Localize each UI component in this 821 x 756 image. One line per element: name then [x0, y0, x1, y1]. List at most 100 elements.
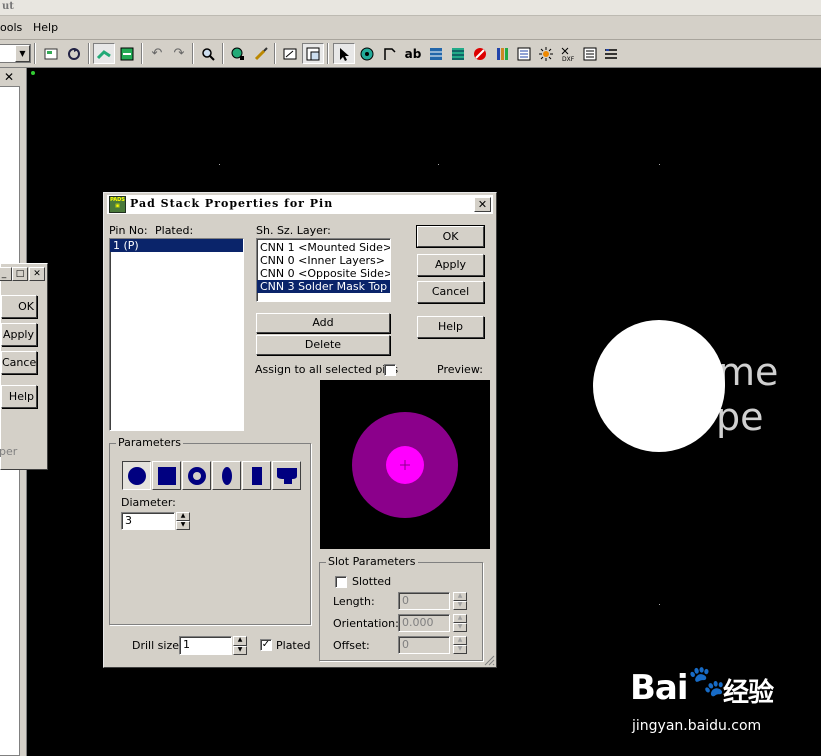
side-cancel-button[interactable]: Cancel: [1, 351, 37, 374]
resize-grip-icon[interactable]: [483, 654, 495, 666]
apply-button[interactable]: Apply: [417, 254, 484, 276]
layer-stack-icon[interactable]: [447, 43, 469, 64]
shape-oval-button[interactable]: [212, 461, 241, 490]
layer-list-item[interactable]: CNN 3 Solder Mask Top: [257, 280, 390, 293]
side-help-button[interactable]: Help: [1, 385, 37, 408]
close-icon[interactable]: ✕: [29, 267, 45, 281]
toolbar-combo[interactable]: ▼: [0, 44, 31, 63]
pads-logo-icon: PADS ▣: [109, 196, 126, 213]
offset-spinner[interactable]: ▲ ▼: [453, 636, 467, 654]
ab-text-icon[interactable]: ab: [402, 43, 424, 64]
hatch-icon[interactable]: [425, 43, 447, 64]
spin-down-icon[interactable]: ▼: [233, 645, 247, 655]
square-shape-icon: [157, 466, 176, 485]
pin-no-label: Pin No:: [109, 224, 148, 237]
shape-round-button[interactable]: [122, 461, 151, 490]
pointer-icon[interactable]: [333, 43, 355, 64]
dxf-icon[interactable]: DXF: [557, 43, 579, 64]
toolbar-separator: [274, 43, 276, 64]
spin-down-icon[interactable]: ▼: [453, 601, 467, 610]
list-icon[interactable]: [579, 43, 601, 64]
cancel-button[interactable]: Cancel: [417, 281, 484, 303]
spin-down-icon[interactable]: ▼: [453, 623, 467, 632]
redo-icon[interactable]: ↷: [168, 43, 190, 64]
close-icon[interactable]: ✕: [4, 70, 14, 84]
orientation-spinner[interactable]: ▲ ▼: [453, 614, 467, 632]
open-icon[interactable]: [279, 43, 301, 64]
book-icon[interactable]: [491, 43, 513, 64]
toolbar-separator: [327, 43, 329, 64]
watermark-brand: Bai: [630, 668, 689, 708]
no-entry-icon[interactable]: [469, 43, 491, 64]
maximize-icon[interactable]: □: [12, 267, 28, 281]
brush-icon[interactable]: [250, 43, 272, 64]
offset-input[interactable]: 0: [398, 636, 450, 654]
spin-up-icon[interactable]: ▲: [233, 636, 247, 646]
spin-up-icon[interactable]: ▲: [453, 636, 467, 645]
paw-logo-icon: 🐾: [688, 664, 726, 699]
move-text-icon[interactable]: [379, 43, 401, 64]
window-icon[interactable]: [302, 43, 324, 64]
spin-up-icon[interactable]: ▲: [453, 592, 467, 601]
route-icon[interactable]: [93, 43, 115, 64]
watermark-url: jingyan.baidu.com: [632, 718, 762, 734]
pad-stack-dialog: PADS ▣ Pad Stack Properties for Pin ✕ Pin…: [103, 192, 497, 668]
query-icon[interactable]: [227, 43, 249, 64]
pin-list[interactable]: 1 (P): [109, 238, 244, 431]
shape-annular-button[interactable]: [182, 461, 211, 490]
watermark-brand-cn: 经验: [723, 678, 774, 708]
drill-size-input[interactable]: 1: [179, 636, 232, 655]
shape-custom-button[interactable]: [272, 461, 301, 490]
spin-down-icon[interactable]: ▼: [453, 645, 467, 654]
plated-checkbox[interactable]: ✓: [260, 639, 272, 651]
dialog-title-bar[interactable]: PADS ▣ Pad Stack Properties for Pin ✕: [107, 195, 493, 214]
assign-all-checkbox[interactable]: [384, 364, 396, 376]
diameter-spinner[interactable]: ▲ ▼: [176, 512, 190, 530]
add-button[interactable]: Add: [256, 313, 390, 333]
layer-list-item[interactable]: CNN 0 <Opposite Side>: [257, 267, 390, 280]
orientation-input[interactable]: 0.000: [398, 614, 450, 632]
app-title: ut: [2, 1, 14, 12]
shape-square-button[interactable]: [152, 461, 181, 490]
layer-list[interactable]: CNN 1 <Mounted Side> CNN 0 <Inner Layers…: [256, 238, 391, 302]
drill-size-spinner[interactable]: ▲ ▼: [233, 636, 247, 655]
slotted-checkbox[interactable]: [335, 576, 347, 588]
menu-help[interactable]: Help: [33, 21, 58, 34]
spin-up-icon[interactable]: ▲: [176, 512, 190, 521]
help-button[interactable]: Help: [417, 316, 484, 338]
zoom-icon[interactable]: [197, 43, 219, 64]
length-label: Length:: [333, 595, 375, 608]
slot-group-title: Slot Parameters: [326, 555, 418, 568]
ok-button[interactable]: OK: [416, 225, 485, 248]
menu-bar: ools Help: [0, 16, 821, 40]
close-icon[interactable]: ✕: [474, 197, 491, 212]
diameter-input[interactable]: 3: [121, 512, 175, 530]
minimize-icon[interactable]: _: [0, 267, 12, 281]
plated-checkbox-label: Plated: [276, 639, 311, 652]
bom-icon[interactable]: [513, 43, 535, 64]
pad-shape[interactable]: [593, 320, 725, 452]
spin-down-icon[interactable]: ▼: [176, 521, 190, 530]
shape-rectangle-button[interactable]: [242, 461, 271, 490]
dialog-title: Pad Stack Properties for Pin: [130, 197, 334, 210]
select-mode-icon[interactable]: [116, 43, 138, 64]
layer-list-item[interactable]: CNN 0 <Inner Layers>: [257, 254, 390, 267]
chevron-down-icon[interactable]: ▼: [15, 45, 30, 62]
length-input[interactable]: 0: [398, 592, 450, 610]
grid-dot: [659, 604, 660, 605]
layers-props-icon[interactable]: [40, 43, 62, 64]
spin-up-icon[interactable]: ▲: [453, 614, 467, 623]
side-ok-button[interactable]: OK: [1, 295, 37, 318]
rotate-icon[interactable]: [356, 43, 378, 64]
sun-icon[interactable]: [535, 43, 557, 64]
toolbar-separator: [88, 43, 90, 64]
pin-list-item[interactable]: 1 (P): [110, 239, 243, 252]
length-spinner[interactable]: ▲ ▼: [453, 592, 467, 610]
redraw-icon[interactable]: [63, 43, 85, 64]
menu-tools[interactable]: ools: [0, 21, 22, 34]
undo-icon[interactable]: ↶: [146, 43, 168, 64]
layer-list-item[interactable]: CNN 1 <Mounted Side>: [257, 241, 390, 254]
side-apply-button[interactable]: Apply: [1, 323, 37, 346]
grid-icon[interactable]: [600, 43, 622, 64]
delete-button[interactable]: Delete: [256, 335, 390, 355]
